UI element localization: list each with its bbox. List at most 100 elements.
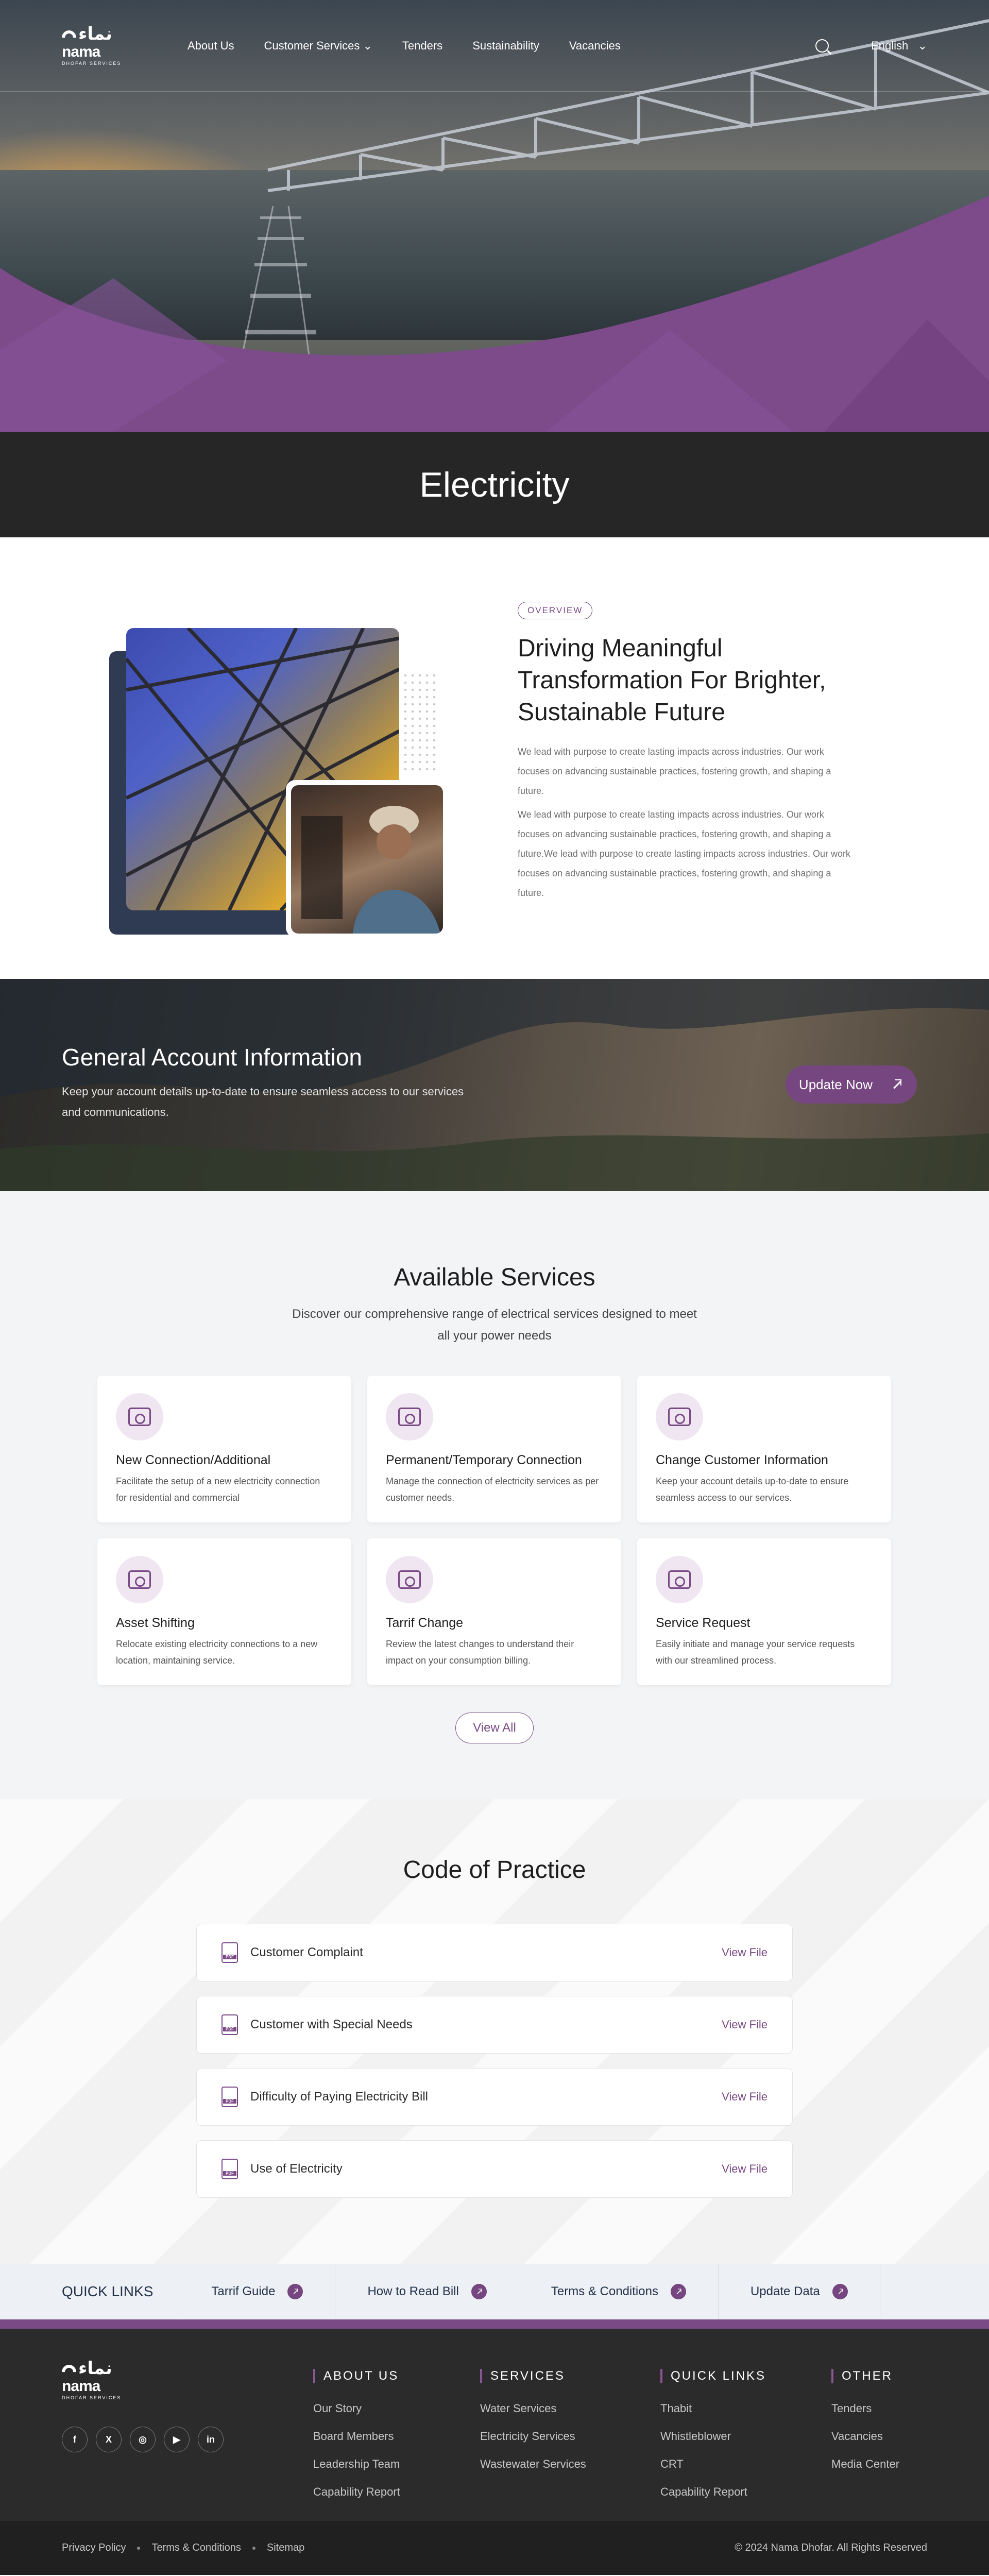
nav-customer-services[interactable]: Customer Services ⌄ bbox=[264, 39, 372, 53]
footer-column-title: OTHER bbox=[831, 2369, 899, 2383]
account-info-banner: General Account Information Keep your ac… bbox=[0, 979, 989, 1191]
footer-link[interactable]: Capability Report bbox=[660, 2478, 766, 2506]
view-file-link[interactable]: View File bbox=[722, 2018, 768, 2031]
update-now-button[interactable]: Update Now bbox=[785, 1065, 917, 1104]
site-footer: نماء nama DHOFAR SERVICES f X ◎ ▶ in ABO… bbox=[0, 2329, 989, 2575]
terms-link[interactable]: Terms & Conditions bbox=[151, 2542, 241, 2554]
service-card-title: Permanent/Temporary Connection bbox=[386, 1453, 582, 1467]
cop-item-label: Use of Electricity bbox=[250, 2162, 343, 2176]
social-links: f X ◎ ▶ in bbox=[62, 2427, 224, 2452]
purple-divider bbox=[0, 2319, 989, 2329]
service-card-service-request[interactable]: Service Request Easily initiate and mana… bbox=[637, 1538, 891, 1685]
quick-link-label: Update Data bbox=[750, 2284, 820, 2298]
quick-link-read-bill[interactable]: How to Read Bill bbox=[335, 2264, 518, 2319]
chevron-down-icon: ⌄ bbox=[363, 39, 372, 52]
service-card-desc: Review the latest changes to understand … bbox=[386, 1639, 574, 1666]
service-card-tariff-change[interactable]: Tarrif Change Review the latest changes … bbox=[367, 1538, 621, 1685]
privacy-policy-link[interactable]: Privacy Policy bbox=[62, 2542, 126, 2554]
footer-link[interactable]: Tenders bbox=[831, 2395, 899, 2422]
x-twitter-icon[interactable]: X bbox=[96, 2427, 122, 2452]
view-file-link[interactable]: View File bbox=[722, 1946, 768, 1959]
footer-logo[interactable]: نماء nama DHOFAR SERVICES bbox=[59, 2360, 131, 2400]
cop-item-use-of-electricity: Use of Electricity View File bbox=[196, 2140, 793, 2198]
quick-links-bar: QUICK LINKS Tarrif Guide How to Read Bil… bbox=[0, 2264, 989, 2319]
footer-link[interactable]: CRT bbox=[660, 2450, 766, 2478]
dot-pattern bbox=[402, 672, 438, 775]
separator-dot bbox=[137, 2546, 141, 2550]
nav-tenders[interactable]: Tenders bbox=[402, 39, 442, 53]
code-of-practice-section: Code of Practice Customer Complaint View… bbox=[0, 1799, 989, 2264]
quick-link-terms[interactable]: Terms & Conditions bbox=[518, 2264, 718, 2319]
nav-vacancies[interactable]: Vacancies bbox=[569, 39, 621, 53]
nav-links: About Us Customer Services ⌄ Tenders Sus… bbox=[187, 39, 621, 53]
footer-link[interactable]: Board Members bbox=[313, 2422, 400, 2450]
cop-list: Customer Complaint View File Customer wi… bbox=[196, 1924, 793, 2212]
view-all-button[interactable]: View All bbox=[455, 1713, 534, 1743]
nav-sustainability[interactable]: Sustainability bbox=[472, 39, 539, 53]
arrow-up-right-icon bbox=[832, 2284, 848, 2299]
services-title: Available Services bbox=[394, 1264, 595, 1291]
nama-logo[interactable]: نماء nama DHOFAR SERVICES bbox=[59, 24, 131, 66]
footer-link[interactable]: Our Story bbox=[313, 2395, 400, 2422]
nav-customer-services-label: Customer Services bbox=[264, 39, 360, 52]
overview-image-collage bbox=[108, 628, 446, 937]
overview-text: OVERVIEW Driving Meaningful Transformati… bbox=[518, 602, 858, 903]
transfer-icon bbox=[116, 1556, 163, 1603]
footer-link[interactable]: Media Center bbox=[831, 2450, 899, 2478]
search-icon[interactable] bbox=[815, 39, 829, 53]
footer-column-quick-links: QUICK LINKS Thabit Whistleblower CRT Cap… bbox=[660, 2369, 766, 2506]
top-navigation: نماء nama DHOFAR SERVICES About Us Custo… bbox=[0, 0, 989, 92]
footer-link[interactable]: Vacancies bbox=[831, 2422, 899, 2450]
footer-link[interactable]: Thabit bbox=[660, 2395, 766, 2422]
update-now-label: Update Now bbox=[798, 1076, 873, 1092]
connection-icon bbox=[116, 1393, 163, 1440]
nav-right: English ⌄ bbox=[815, 39, 927, 53]
services-grid: New Connection/Additional Facilitate the… bbox=[97, 1376, 892, 1685]
view-file-link[interactable]: View File bbox=[722, 2090, 768, 2104]
quick-link-update-data[interactable]: Update Data bbox=[718, 2264, 880, 2319]
bill-icon bbox=[386, 1556, 433, 1603]
quick-link-label: Terms & Conditions bbox=[551, 2284, 658, 2298]
pdf-icon bbox=[221, 2014, 238, 2035]
footer-column-services: SERVICES Water Services Electricity Serv… bbox=[480, 2369, 586, 2478]
footer-link[interactable]: Wastewater Services bbox=[480, 2450, 586, 2478]
user-card-icon bbox=[656, 1393, 703, 1440]
footer-link[interactable]: Water Services bbox=[480, 2395, 586, 2422]
account-content: General Account Information Keep your ac… bbox=[62, 1043, 474, 1123]
logo-arabic: نماء bbox=[78, 24, 112, 45]
view-file-link[interactable]: View File bbox=[722, 2162, 768, 2176]
account-description: Keep your account details up-to-date to … bbox=[62, 1085, 464, 1118]
overview-paragraph-1: We lead with purpose to create lasting i… bbox=[518, 747, 831, 796]
footer-link[interactable]: Electricity Services bbox=[480, 2422, 586, 2450]
service-card-title: Service Request bbox=[656, 1616, 751, 1630]
instagram-icon[interactable]: ◎ bbox=[130, 2427, 156, 2452]
arrow-up-right-icon bbox=[287, 2284, 303, 2299]
service-card-desc: Keep your account details up-to-date to … bbox=[656, 1476, 849, 1503]
service-card-change-info[interactable]: Change Customer Information Keep your ac… bbox=[637, 1376, 891, 1522]
footer-link[interactable]: Leadership Team bbox=[313, 2450, 400, 2478]
service-card-asset-shifting[interactable]: Asset Shifting Relocate existing electri… bbox=[97, 1538, 351, 1685]
quick-link-tariff-guide[interactable]: Tarrif Guide bbox=[179, 2264, 335, 2319]
sitemap-link[interactable]: Sitemap bbox=[267, 2542, 304, 2554]
footer-link[interactable]: Whistleblower bbox=[660, 2422, 766, 2450]
linkedin-icon[interactable]: in bbox=[198, 2427, 224, 2452]
footer-bottom-bar: Privacy Policy Terms & Conditions Sitema… bbox=[0, 2521, 989, 2575]
youtube-icon[interactable]: ▶ bbox=[164, 2427, 190, 2452]
service-card-desc: Manage the connection of electricity ser… bbox=[386, 1476, 599, 1503]
available-services-section: Available Services Discover our comprehe… bbox=[0, 1191, 989, 1799]
cop-item-label: Difficulty of Paying Electricity Bill bbox=[250, 2090, 428, 2104]
quick-link-label: Tarrif Guide bbox=[211, 2284, 276, 2298]
footer-column-other: OTHER Tenders Vacancies Media Center bbox=[831, 2369, 899, 2478]
service-card-permanent-temporary[interactable]: Permanent/Temporary Connection Manage th… bbox=[367, 1376, 621, 1522]
service-card-title: Change Customer Information bbox=[656, 1453, 828, 1467]
nav-about-us[interactable]: About Us bbox=[187, 39, 234, 53]
footer-column-title: SERVICES bbox=[480, 2369, 586, 2383]
cop-title: Code of Practice bbox=[403, 1856, 586, 1884]
cop-item-special-needs: Customer with Special Needs View File bbox=[196, 1996, 793, 2054]
language-label: English bbox=[871, 39, 909, 52]
service-card-new-connection[interactable]: New Connection/Additional Facilitate the… bbox=[97, 1376, 351, 1522]
footer-link[interactable]: Capability Report bbox=[313, 2478, 400, 2506]
facebook-icon[interactable]: f bbox=[62, 2427, 88, 2452]
pdf-icon bbox=[221, 2159, 238, 2179]
language-selector[interactable]: English ⌄ bbox=[871, 39, 927, 53]
